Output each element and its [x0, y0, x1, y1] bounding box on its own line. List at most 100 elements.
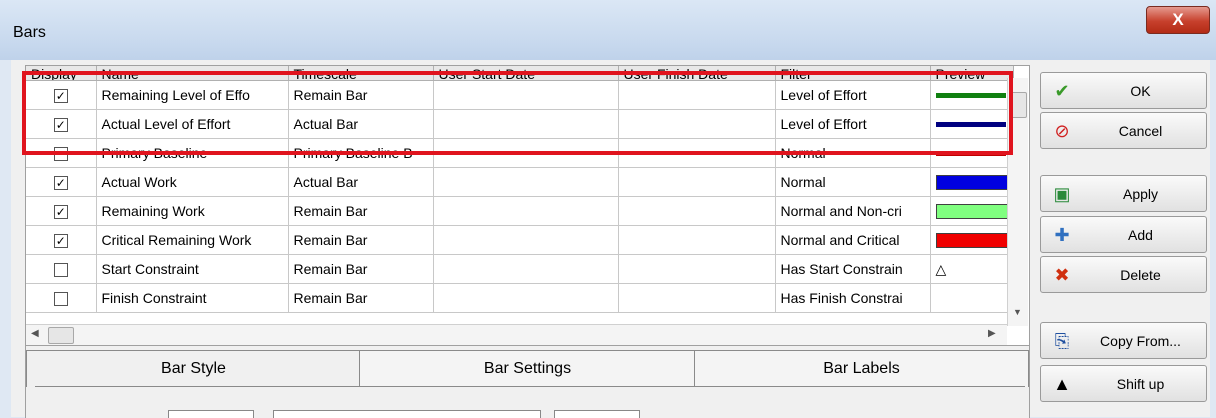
display-checkbox[interactable] [26, 254, 97, 284]
close-button[interactable]: X [1146, 6, 1210, 34]
user-finish-date-cell[interactable] [618, 80, 776, 110]
user-start-date-cell[interactable] [433, 80, 619, 110]
user-start-date-cell[interactable] [433, 283, 619, 313]
preview-cell: △ [930, 254, 1014, 284]
scroll-down-arrow-icon[interactable]: ▼ [1013, 307, 1022, 317]
display-checkbox[interactable] [26, 138, 97, 168]
preview-swatch [935, 232, 1008, 248]
display-checkbox[interactable]: ✓ [26, 109, 97, 139]
col-header-name[interactable]: Name [96, 66, 289, 81]
tab-bar-style[interactable]: Bar Style [26, 350, 361, 387]
ok-label: OK [1130, 83, 1151, 99]
user-finish-date-cell[interactable] [618, 138, 776, 168]
user-start-date-cell[interactable] [433, 196, 619, 226]
user-finish-date-cell[interactable] [618, 283, 776, 313]
display-checkbox[interactable] [26, 283, 97, 313]
user-finish-date-cell[interactable] [618, 167, 776, 197]
timescale-cell[interactable]: Remain Bar [288, 283, 434, 313]
arrow-up-icon: ▲ [1053, 374, 1071, 394]
checkbox[interactable] [53, 147, 68, 162]
col-header-preview[interactable]: Preview [930, 66, 1014, 81]
filter-cell[interactable]: Normal [775, 167, 931, 197]
apply-icon: ▣ [1053, 184, 1071, 204]
display-checkbox[interactable]: ✓ [26, 80, 97, 110]
name-cell[interactable]: Start Constraint [96, 254, 289, 284]
user-finish-date-cell[interactable] [618, 109, 776, 139]
user-start-date-cell[interactable] [433, 109, 619, 139]
user-finish-date-cell[interactable] [618, 225, 776, 255]
name-cell[interactable]: Critical Remaining Work [96, 225, 289, 255]
delete-label: Delete [1120, 267, 1161, 283]
copy-from-label: Copy From... [1100, 333, 1181, 349]
table-row[interactable]: Finish Constraint Remain Bar Has Finish Co… [26, 283, 1014, 313]
name-cell[interactable]: Remaining Work [96, 196, 289, 226]
checkbox[interactable]: ✓ [53, 176, 68, 191]
table-row[interactable]: ✓ Actual Work Actual Bar Normal [26, 167, 1014, 197]
filter-cell[interactable]: Has Start Constrain [775, 254, 931, 284]
user-finish-date-cell[interactable] [618, 196, 776, 226]
filter-cell[interactable]: Level of Effort [775, 109, 931, 139]
copy-from-button[interactable]: ⎘ Copy From... [1040, 322, 1207, 359]
display-checkbox[interactable]: ✓ [26, 167, 97, 197]
add-button[interactable]: ✚ Add [1040, 216, 1207, 253]
user-start-date-cell[interactable] [433, 167, 619, 197]
timescale-cell[interactable]: Primary Baseline B [288, 138, 434, 168]
timescale-cell[interactable]: Remain Bar [288, 225, 434, 255]
scroll-right-arrow-icon[interactable]: ▶ [988, 328, 996, 339]
col-header-timescale[interactable]: Timescale [288, 66, 434, 81]
name-cell[interactable]: Actual Work [96, 167, 289, 197]
col-header-filter[interactable]: Filter [775, 66, 931, 81]
checkbox[interactable]: ✓ [53, 234, 68, 249]
table-row[interactable]: ✓ Remaining Work Remain Bar Normal and Non-… [26, 196, 1014, 226]
checkbox[interactable] [53, 263, 68, 278]
name-cell[interactable]: Finish Constraint [96, 283, 289, 313]
user-start-date-cell[interactable] [433, 225, 619, 255]
display-checkbox[interactable]: ✓ [26, 196, 97, 226]
delete-button[interactable]: ✖ Delete [1040, 256, 1207, 293]
col-header-display[interactable]: Display [26, 66, 97, 81]
vertical-scrollbar[interactable]: ▼ [1007, 78, 1028, 326]
checkbox[interactable]: ✓ [53, 205, 68, 220]
shift-up-button[interactable]: ▲ Shift up [1040, 365, 1207, 402]
apply-button[interactable]: ▣ Apply [1040, 175, 1207, 212]
filter-cell[interactable]: Level of Effort [775, 80, 931, 110]
table-row[interactable]: ✓ Critical Remaining Work Remain Bar Normal… [26, 225, 1014, 255]
timescale-cell[interactable]: Remain Bar [288, 196, 434, 226]
bars-table[interactable]: Display Name Timescale User Start Date U… [25, 65, 1030, 347]
table-row[interactable]: Start Constraint Remain Bar Has Start Cons… [26, 254, 1014, 284]
cancel-button[interactable]: ⊘ Cancel [1040, 112, 1207, 149]
filter-cell[interactable]: Normal and Non-cri [775, 196, 931, 226]
user-finish-date-cell[interactable] [618, 254, 776, 284]
user-start-date-cell[interactable] [433, 254, 619, 284]
checkbox[interactable]: ✓ [53, 118, 68, 133]
name-cell[interactable]: Remaining Level of Effo [96, 80, 289, 110]
table-header: Display Name Timescale User Start Date U… [26, 66, 1014, 81]
filter-cell[interactable]: Normal [775, 138, 931, 168]
tab-bar-labels[interactable]: Bar Labels [694, 350, 1029, 387]
user-start-date-cell[interactable] [433, 138, 619, 168]
name-cell[interactable]: Primary Baseline [96, 138, 289, 168]
table-row[interactable]: Primary Baseline Primary Baseline B Normal [26, 138, 1014, 168]
horizontal-scroll-thumb[interactable] [48, 327, 74, 344]
filter-cell[interactable]: Has Finish Constrai [775, 283, 931, 313]
tab-bar-settings[interactable]: Bar Settings [359, 350, 696, 387]
horizontal-scrollbar[interactable]: ◀ ▶ [26, 324, 1007, 345]
table-row[interactable]: ✓ Actual Level of Effort Actual Bar Level o… [26, 109, 1014, 139]
name-cell[interactable]: Actual Level of Effort [96, 109, 289, 139]
col-header-user-start-date[interactable]: User Start Date [433, 66, 619, 81]
display-checkbox[interactable]: ✓ [26, 225, 97, 255]
filter-cell[interactable]: Normal and Critical [775, 225, 931, 255]
ok-button[interactable]: ✔ OK [1040, 72, 1207, 109]
col-header-user-finish-date[interactable]: User Finish Date [618, 66, 776, 81]
timescale-cell[interactable]: Actual Bar [288, 109, 434, 139]
checkbox[interactable] [53, 292, 68, 307]
timescale-cell[interactable]: Remain Bar [288, 80, 434, 110]
timescale-cell[interactable]: Remain Bar [288, 254, 434, 284]
checkbox[interactable]: ✓ [53, 89, 68, 104]
timescale-cell[interactable]: Actual Bar [288, 167, 434, 197]
scroll-left-arrow-icon[interactable]: ◀ [31, 328, 39, 339]
preview-cell [930, 225, 1014, 255]
vertical-scroll-thumb[interactable] [1010, 92, 1027, 118]
preview-cell [930, 80, 1014, 110]
table-row[interactable]: ✓ Remaining Level of Effo Remain Bar Level … [26, 80, 1014, 110]
